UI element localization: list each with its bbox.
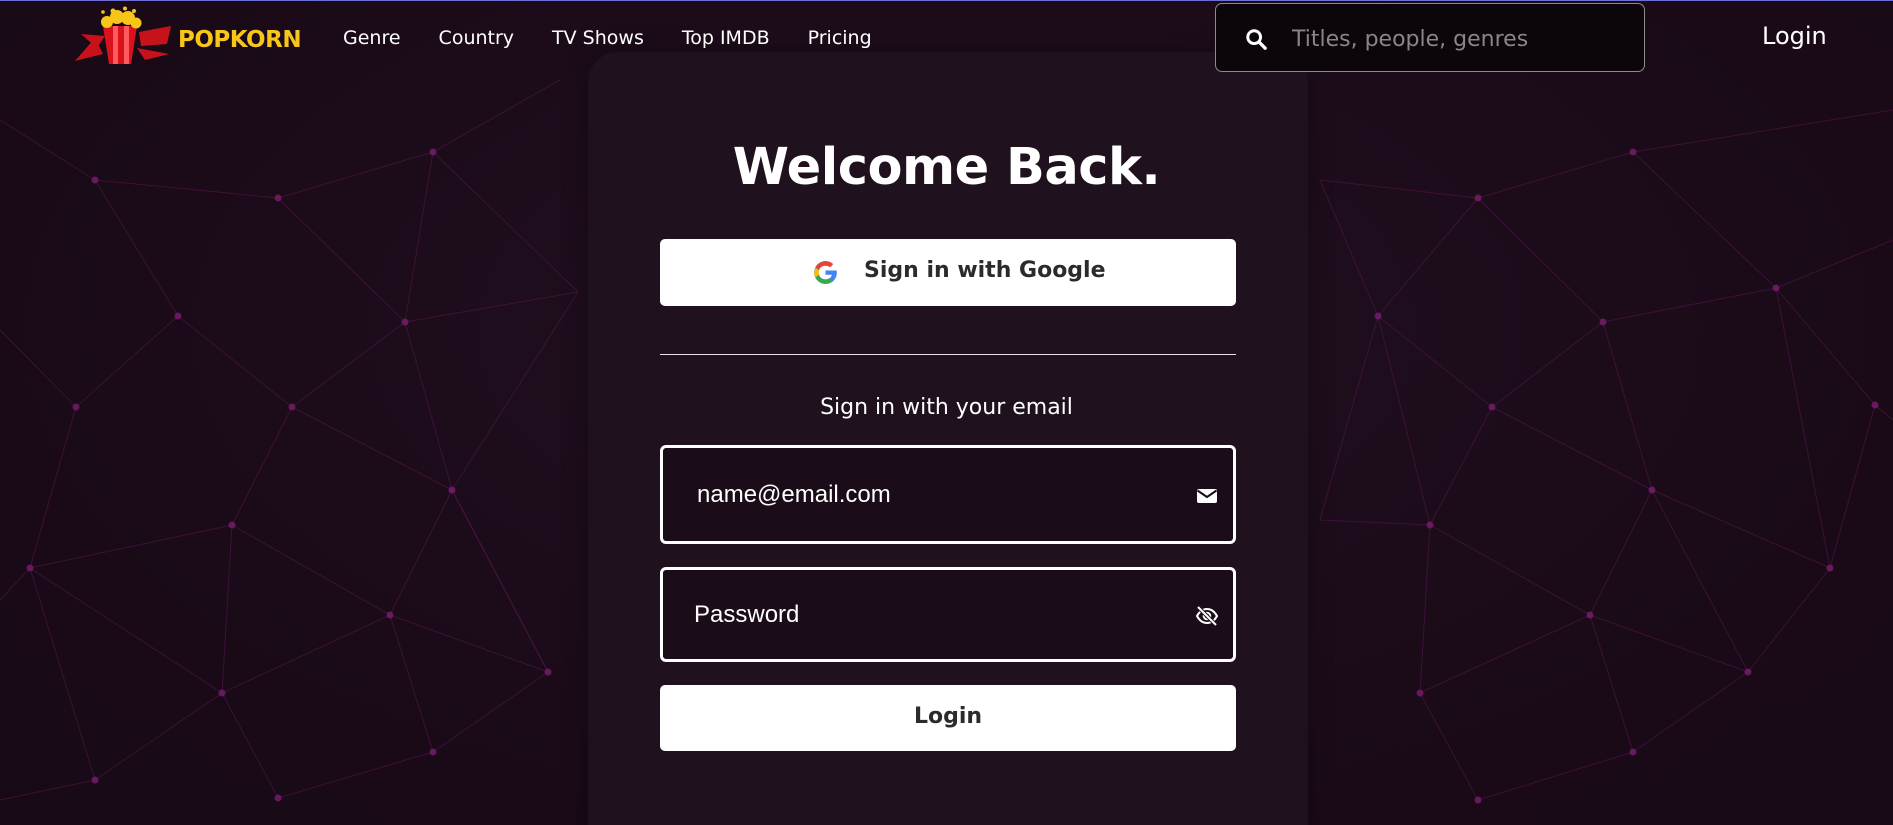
divider (660, 354, 1236, 355)
google-icon (814, 261, 837, 284)
page-title: Welcome Back. (732, 138, 1161, 197)
popcorn-logo-icon (75, 6, 171, 64)
popkorn-logo[interactable]: POPKORN (75, 6, 302, 70)
search-input[interactable] (1290, 18, 1624, 60)
nav-item-genre[interactable]: Genre (343, 27, 401, 49)
login-submit-label: Login (913, 704, 983, 729)
login-submit-button[interactable]: Login (660, 685, 1236, 751)
email-input[interactable] (695, 448, 1155, 541)
email-field (660, 445, 1236, 544)
nav-item-tv-shows[interactable]: TV Shows (552, 27, 644, 49)
main-nav: Genre Country TV Shows Top IMDB Pricing (343, 27, 910, 49)
password-input[interactable] (692, 570, 1152, 659)
google-signin-label: Sign in with Google (864, 258, 1106, 283)
site-header: POPKORN Genre Country TV Shows Top IMDB … (0, 0, 1893, 80)
eye-off-icon[interactable] (1195, 604, 1219, 628)
login-page: POPKORN Genre Country TV Shows Top IMDB … (0, 0, 1893, 825)
search-box (1215, 3, 1645, 72)
envelope-icon (1196, 489, 1218, 503)
header-login-link[interactable]: Login (1762, 22, 1827, 50)
email-signin-heading: Sign in with your email (820, 395, 1073, 420)
logo-wordmark: POPKORN (178, 27, 302, 53)
top-accent-line (0, 0, 1893, 1)
nav-item-top-imdb[interactable]: Top IMDB (682, 27, 770, 49)
google-signin-button[interactable]: Sign in with Google (660, 239, 1236, 306)
nav-item-pricing[interactable]: Pricing (808, 27, 872, 49)
password-field (660, 567, 1236, 662)
nav-item-country[interactable]: Country (439, 27, 514, 49)
search-icon[interactable] (1245, 28, 1267, 50)
